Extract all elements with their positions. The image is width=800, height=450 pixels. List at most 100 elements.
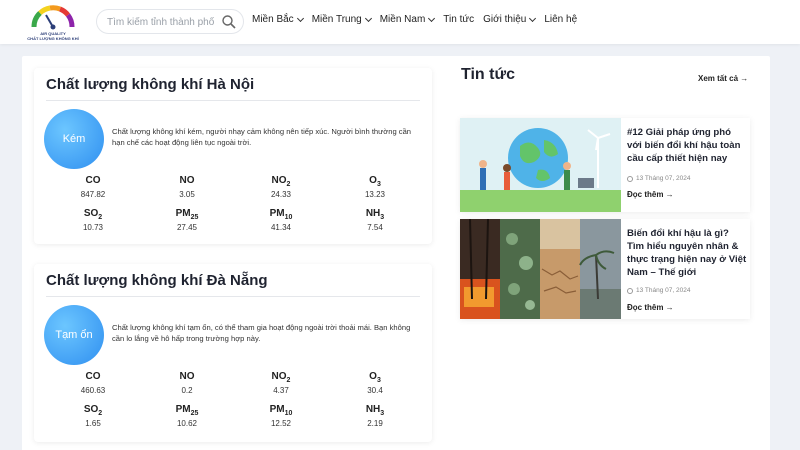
pollutant-co: CO 847.82 [46,174,140,207]
pollutant-row: CO 460.63 NO 0.2 NO2 4.37 O3 30.4 [46,370,422,403]
news-card[interactable]: Biến đổi khí hậu là gì? Tìm hiểu nguyên … [460,219,750,319]
pollutant-value: 847.82 [80,190,106,199]
nav-item-lien-he[interactable]: Liên hệ [544,14,577,25]
pollutant-o3: O3 13.23 [328,174,422,207]
logo-text: CHẤT LƯỢNG KHÔNG KHÍ [27,36,79,41]
aqi-status-badge: Tạm ổn [44,305,104,365]
divider [46,296,420,297]
pollutant-value: 3.05 [179,190,195,199]
news-date-text: 13 Tháng 07, 2024 [636,175,691,182]
news-date: 13 Tháng 07, 2024 [627,287,690,294]
aqi-gauge-logo-icon [31,5,75,30]
pollutant-value: 1.65 [85,419,101,428]
pollutant-name: SO [83,404,99,415]
pollutant-so2: SO2 10.73 [46,207,140,240]
news-section-title: Tin tức [461,66,515,83]
pollutant-name: NH [365,208,381,219]
aqi-card-ha-noi: Chất lượng không khí Hà Nội Kém Chất lượ… [34,68,432,244]
aqi-description: Chất lượng không khí tạm ổn, có thể tham… [112,323,411,343]
aqi-card-da-nang: Chất lượng không khí Đà Nẵng Tạm ổn Chất… [34,264,432,442]
aqi-status-badge: Kém [44,109,104,169]
read-more-link[interactable]: Đọc thêm → [627,303,674,312]
pollutant-subscript: 3 [380,214,385,221]
search-box [96,9,244,34]
aqi-description: Chất lượng không khí kém, người nhạy cảm… [112,127,412,147]
pollutant-no: NO 0.2 [140,370,234,403]
pollutant-name: SO [83,208,99,219]
climate-disaster-collage [460,219,621,319]
nav-label: Giới thiệu [483,14,527,25]
pollutant-value: 30.4 [367,386,383,395]
nav-item-mien-trung[interactable]: Miền Trung [311,14,372,25]
nav-item-mien-bac[interactable]: Miền Bắc [252,14,304,25]
read-more-link[interactable]: Đọc thêm → [627,190,674,199]
pollutant-subscript: 10 [284,410,293,417]
clock-icon [627,287,633,294]
pollutant-value: 27.45 [176,223,198,232]
pollutant-subscript: 3 [380,410,385,417]
pollutant-row: CO 847.82 NO 3.05 NO2 24.33 O3 13.23 [46,174,422,207]
pollutant-name: NH [365,404,381,415]
search-input[interactable] [107,14,219,30]
pollutant-subscript: 3 [376,181,381,188]
pollutant-pm25: PM25 27.45 [140,207,234,240]
chevron-down-icon [364,14,372,22]
pollutant-value: 24.33 [270,190,292,199]
pollutant-subscript: 3 [376,377,381,384]
pollutant-value: 10.62 [176,419,198,428]
site-logo[interactable]: AIR QUALITY CHẤT LƯỢNG KHÔNG KHÍ [26,3,80,41]
pollutant-nh3: NH3 7.54 [328,207,422,240]
pollutant-pm10: PM10 12.52 [234,403,328,436]
climate-globe-illustration [460,118,621,212]
pollutant-so2: SO2 1.65 [46,403,140,436]
pollutant-subscript: 10 [284,214,293,221]
pollutant-no2: NO2 24.33 [234,174,328,207]
clock-icon [627,175,633,182]
nav-label: Tin tức [443,14,475,25]
nav-item-tin-tuc[interactable]: Tin tức [443,14,474,25]
pollutant-name: NO [179,175,195,186]
pollutant-no2: NO2 4.37 [234,370,328,403]
pollutant-subscript: 2 [286,377,291,384]
see-all-link[interactable]: Xem tất cả → [698,74,748,83]
chevron-down-icon [428,14,436,22]
pollutant-grid: CO 847.82 NO 3.05 NO2 24.33 O3 13.23 SO2 10.7… [46,174,422,240]
pollutant-name: PM [269,404,285,415]
news-headline[interactable]: #12 Giải pháp ứng phó với biến đổi khí h… [627,126,747,165]
pollutant-subscript: 25 [190,214,199,221]
pollutant-name: O [369,175,377,186]
pollutant-name: NO [179,371,195,382]
pollutant-name: NO [271,175,287,186]
pollutant-no: NO 3.05 [140,174,234,207]
pollutant-value: 13.23 [364,190,386,199]
pollutant-value: 4.37 [273,386,289,395]
nav-label: Miền Trung [311,14,362,25]
pollutant-row: SO2 1.65 PM25 10.62 PM10 12.52 NH3 2.19 [46,403,422,436]
news-card[interactable]: #12 Giải pháp ứng phó với biến đổi khí h… [460,118,750,212]
divider [46,100,420,101]
main-nav: Miền Bắc Miền Trung Miền Nam Tin tức Giớ… [252,14,577,25]
nav-label: Miền Bắc [252,14,294,25]
pollutant-value: 7.54 [367,223,383,232]
pollutant-name: CO [85,175,101,186]
chevron-down-icon [529,14,537,22]
news-thumbnail[interactable] [460,118,621,212]
news-thumbnail[interactable] [460,219,621,319]
pollutant-value: 41.34 [270,223,292,232]
chevron-down-icon [296,14,304,22]
pollutant-name: PM [175,208,191,219]
nav-label: Liên hệ [544,14,578,25]
nav-item-gioi-thieu[interactable]: Giới thiệu [483,14,537,25]
pollutant-value: 2.19 [367,419,383,428]
search-icon[interactable] [221,14,237,30]
pollutant-co: CO 460.63 [46,370,140,403]
pollutant-name: CO [85,371,101,382]
pollutant-name: PM [175,404,191,415]
card-title: Chất lượng không khí Đà Nẵng [46,272,268,289]
card-title: Chất lượng không khí Hà Nội [46,76,255,93]
nav-item-mien-nam[interactable]: Miền Nam [380,14,436,25]
pollutant-subscript: 25 [190,410,199,417]
pollutant-value: 10.73 [82,223,104,232]
news-headline[interactable]: Biến đổi khí hậu là gì? Tìm hiểu nguyên … [627,227,747,279]
pollutant-pm25: PM25 10.62 [140,403,234,436]
